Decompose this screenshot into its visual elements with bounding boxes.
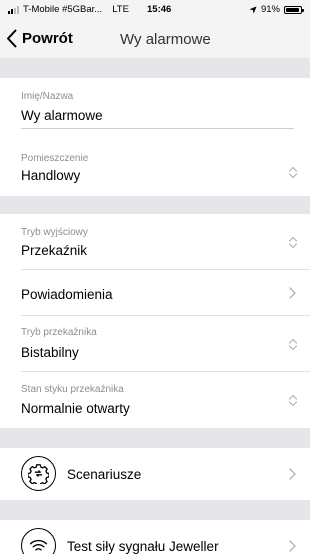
relay-mode-value: Bistabilny xyxy=(21,345,79,360)
chevron-left-icon xyxy=(7,29,17,48)
location-arrow-icon xyxy=(249,5,257,14)
battery-percent: 91% xyxy=(260,4,280,15)
section-divider xyxy=(0,58,310,78)
notifications-label: Powiadomienia xyxy=(21,287,113,302)
notifications-item[interactable]: Powiadomienia xyxy=(0,270,310,316)
battery-fill xyxy=(286,7,299,12)
battery-icon xyxy=(284,5,304,14)
status-time: 15:46 xyxy=(147,4,172,15)
section-divider xyxy=(0,196,310,214)
scenarios-label: Scenariusze xyxy=(67,467,142,482)
relay-mode-label: Tryb przekaźnika xyxy=(21,327,97,338)
chevron-right-icon xyxy=(289,287,296,299)
status-right: 91% xyxy=(249,4,304,15)
contact-state-selector[interactable]: Stan styku przekaźnika Normalnie otwarty xyxy=(0,372,310,428)
output-mode-value: Przekaźnik xyxy=(21,243,88,258)
scenario-gear-icon xyxy=(21,456,56,491)
chevron-right-icon xyxy=(289,468,296,480)
output-mode-label: Tryb wyjściowy xyxy=(21,227,88,238)
room-value: Handlowy xyxy=(21,168,81,183)
output-mode-selector[interactable]: Tryb wyjściowy Przekaźnik xyxy=(0,214,310,270)
room-selector[interactable]: Pomieszczenie Handlowy xyxy=(0,140,310,196)
scenarios-item[interactable]: Scenariusze xyxy=(0,448,310,500)
up-down-chevron-icon xyxy=(288,338,298,351)
section-divider xyxy=(0,428,310,448)
signal-test-item[interactable]: Test siły sygnału Jeweller xyxy=(0,520,310,554)
cellular-signal-icon xyxy=(8,5,19,14)
contact-state-value: Normalnie otwarty xyxy=(21,401,130,416)
signal-test-label: Test siły sygnału Jeweller xyxy=(67,539,219,554)
up-down-chevron-icon xyxy=(288,236,298,249)
name-field-label: Imię/Nazwa xyxy=(21,91,74,102)
up-down-chevron-icon xyxy=(288,394,298,407)
back-button[interactable]: Powrót xyxy=(6,29,73,48)
status-bar: T-Mobile #5GBar... LTE 15:46 91% xyxy=(0,0,310,20)
carrier-name: T-Mobile #5GBar... xyxy=(23,4,103,15)
relay-mode-selector[interactable]: Tryb przekaźnika Bistabilny xyxy=(0,316,310,372)
network-type: LTE xyxy=(112,4,129,15)
page-title: Wy alarmowe xyxy=(120,31,211,48)
contact-state-label: Stan styku przekaźnika xyxy=(21,384,124,395)
back-label: Powrót xyxy=(22,30,73,47)
wifi-signal-icon xyxy=(21,528,56,554)
chevron-right-icon xyxy=(289,540,296,552)
section-divider xyxy=(0,500,310,520)
name-field[interactable]: Imię/Nazwa Wy alarmowe xyxy=(0,78,310,140)
navigation-bar: Powrót Wy alarmowe xyxy=(0,20,310,58)
name-field-value[interactable]: Wy alarmowe xyxy=(21,108,103,123)
up-down-chevron-icon xyxy=(288,166,298,179)
name-field-underline xyxy=(21,128,294,129)
room-label: Pomieszczenie xyxy=(21,153,89,164)
status-left: T-Mobile #5GBar... LTE xyxy=(8,4,129,15)
